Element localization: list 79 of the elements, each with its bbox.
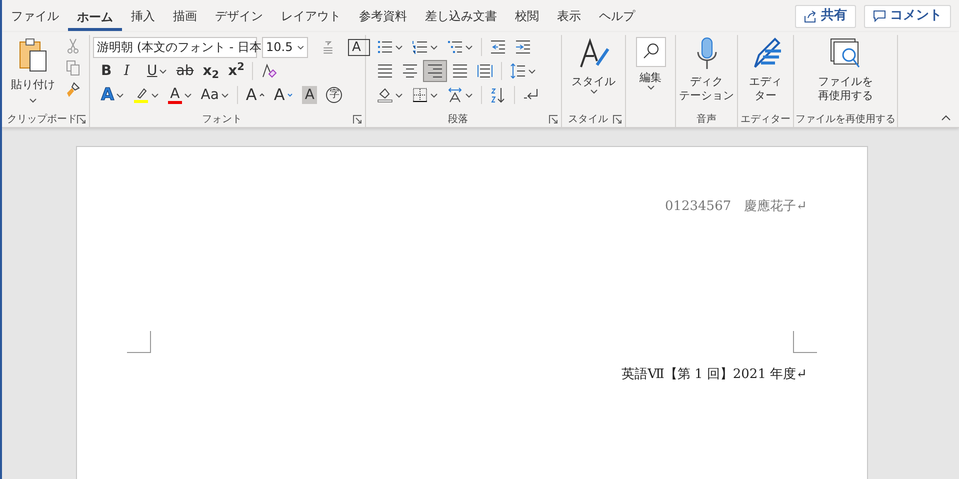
underline-button[interactable]: U <box>143 60 172 82</box>
group-label: クリップボード <box>7 112 77 127</box>
header-text: 01234567 慶應花子↵ <box>664 198 807 216</box>
up-caret-icon <box>258 93 265 97</box>
ribbon-tab[interactable]: レイアウト <box>272 0 350 32</box>
bold-button[interactable]: B <box>97 60 119 82</box>
margin-corner-mark <box>793 331 817 353</box>
borders-icon <box>412 87 428 103</box>
text-direction-icon <box>447 87 463 103</box>
ribbon-tab[interactable]: 挿入 <box>122 0 164 32</box>
text-effect-button[interactable]: A <box>97 84 128 106</box>
styles-button[interactable]: スタイル <box>570 35 618 112</box>
clear-formatting-icon <box>261 63 278 79</box>
scissors-icon[interactable] <box>65 38 81 54</box>
align-left-icon <box>377 63 393 79</box>
caret-icon <box>296 44 304 50</box>
font-color-button[interactable]: A <box>164 84 196 106</box>
speech-bubble-icon <box>873 10 886 22</box>
microphone-icon <box>694 37 718 71</box>
paint-bucket-icon <box>377 87 393 103</box>
phonetic-guide-icon[interactable] <box>321 39 335 55</box>
dialog-launcher-icon[interactable] <box>613 115 622 124</box>
grow-font-button[interactable]: A <box>242 84 269 106</box>
caret-icon <box>29 98 37 102</box>
bullets-icon <box>377 39 393 55</box>
clipboard-icon <box>17 37 49 73</box>
group-label: ファイルを再使用する <box>796 113 896 127</box>
editing-button[interactable]: 編集 <box>634 35 668 112</box>
ribbon-tab[interactable]: 表示 <box>548 0 590 32</box>
dialog-launcher-icon[interactable] <box>77 115 86 124</box>
document-title: 英語Ⅶ【第 1 回】2021 年度↵ <box>622 366 807 384</box>
margin-corner-mark <box>127 331 151 353</box>
shrink-font-button[interactable]: A <box>270 84 297 106</box>
paste-button[interactable]: 貼り付け <box>9 35 57 112</box>
copy-icon[interactable] <box>65 60 81 76</box>
group-label: 音声 <box>696 112 716 127</box>
dialog-launcher-icon[interactable] <box>353 115 362 124</box>
ribbon-tab[interactable]: 描画 <box>164 0 206 32</box>
align-right-icon <box>427 63 443 79</box>
ribbon-tab[interactable]: デザイン <box>206 0 272 32</box>
editor-button[interactable]: エディ ター <box>746 35 784 112</box>
line-spacing-icon <box>510 63 526 79</box>
down-caret-icon <box>286 93 293 97</box>
enclose-character-button[interactable]: 字 <box>322 84 346 106</box>
italic-button[interactable]: I <box>120 60 142 82</box>
sort-icon <box>490 87 506 103</box>
share-icon <box>804 10 817 22</box>
ribbon-tab[interactable]: 差し込み文書 <box>416 0 506 32</box>
distributed-icon <box>477 63 493 79</box>
collapse-ribbon-icon[interactable] <box>941 115 951 121</box>
share-button[interactable]: 共有 <box>795 4 856 28</box>
ribbon-tab[interactable]: 参考資料 <box>350 0 416 32</box>
font-size-field[interactable]: 10.5 <box>262 36 308 58</box>
change-case-button[interactable]: Aa <box>196 84 233 106</box>
ribbon-tab[interactable]: ヘルプ <box>590 0 644 32</box>
increase-indent-icon <box>515 39 531 55</box>
highlighter-icon <box>133 87 150 103</box>
group-label: 段落 <box>448 112 468 127</box>
reuse-files-button[interactable]: ファイルを 再使用する <box>816 35 875 112</box>
dictate-button[interactable]: ディク テーション <box>677 35 736 112</box>
dialog-launcher-icon[interactable] <box>549 115 558 124</box>
ribbon-tab[interactable]: ファイル <box>2 0 68 32</box>
brush-icon[interactable] <box>65 82 81 98</box>
strikethrough-button[interactable]: ab <box>172 60 198 82</box>
justify-icon <box>452 63 468 79</box>
group-label: スタイル <box>568 113 608 127</box>
decrease-indent-icon <box>490 39 506 55</box>
multilevel-list-icon <box>447 39 463 55</box>
magnifier-icon <box>636 37 666 67</box>
numbering-icon <box>412 39 428 55</box>
superscript-button[interactable]: x$^{2}$ <box>224 60 248 82</box>
subscript-button[interactable]: x$_{2}$ <box>198 60 224 82</box>
comment-button[interactable]: コメント <box>864 4 951 28</box>
ribbon-tab[interactable]: 校閲 <box>506 0 548 32</box>
align-center-icon <box>402 63 418 79</box>
align-right-button[interactable] <box>423 60 447 82</box>
character-border-button[interactable]: A <box>348 38 370 56</box>
group-label: エディター <box>740 113 790 127</box>
group-label: フォント <box>202 113 242 127</box>
